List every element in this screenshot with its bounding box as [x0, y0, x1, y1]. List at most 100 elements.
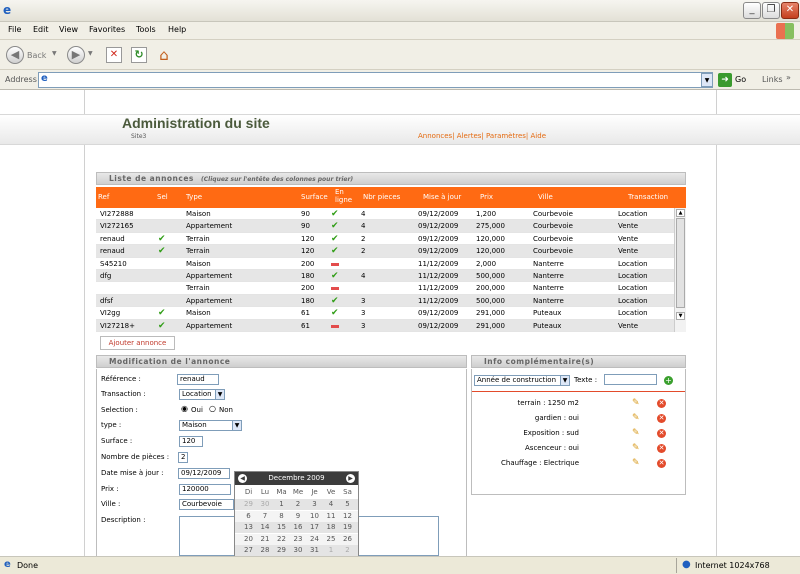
menu-edit[interactable]: Edit — [33, 25, 49, 34]
home-icon[interactable]: ⌂ — [155, 46, 173, 64]
calendar-day[interactable]: 2 — [291, 500, 306, 508]
reference-field[interactable]: renaud — [177, 374, 219, 385]
menu-file[interactable]: File — [8, 25, 21, 34]
edit-pencil-icon[interactable]: ✎ — [632, 443, 642, 453]
radio-yes-icon[interactable]: ◉ — [181, 404, 188, 413]
nav-parametres[interactable]: Paramètres — [486, 132, 526, 140]
calendar-day[interactable]: 14 — [258, 523, 273, 531]
calendar-day[interactable]: 17 — [307, 523, 322, 531]
date-field[interactable]: 09/12/2009 — [178, 468, 230, 479]
menu-help[interactable]: Help — [168, 25, 186, 34]
info-text-field[interactable] — [604, 374, 657, 385]
col-transaction[interactable]: Transaction — [628, 193, 668, 201]
calendar-day[interactable]: 18 — [324, 523, 339, 531]
calendar-day[interactable]: 22 — [274, 535, 289, 543]
table-row[interactable]: VI2gg ✔ Maison 61 ✔ 3 09/12/2009 291,000 Puteaux… — [96, 307, 674, 320]
delete-icon[interactable]: ✕ — [657, 399, 666, 408]
edit-pencil-icon[interactable]: ✎ — [632, 413, 642, 423]
nav-aide[interactable]: Aide — [531, 132, 546, 140]
table-row[interactable]: S45210 Maison 200 11/12/2009 2,000 Nanterre Lo… — [96, 258, 674, 270]
calendar-day[interactable]: 13 — [241, 523, 256, 531]
table-row[interactable]: dfsf Appartement 180 ✔ 3 11/12/2009 500,000 Nan… — [96, 294, 674, 308]
calendar-day[interactable]: 16 — [291, 523, 306, 531]
calendar-day[interactable]: 1 — [324, 546, 339, 554]
col-updated[interactable]: Mise à jour — [423, 193, 461, 201]
col-city[interactable]: Ville — [538, 193, 553, 201]
city-field[interactable]: Courbevoie — [179, 499, 234, 510]
calendar-day[interactable]: 23 — [291, 535, 306, 543]
table-row[interactable]: VI272888 Maison 90 ✔ 4 09/12/2009 1,200 Courbev… — [96, 208, 674, 221]
edit-pencil-icon[interactable]: ✎ — [632, 398, 642, 408]
table-row[interactable]: Terrain 200 11/12/2009 200,000 Nanterre Locat… — [96, 282, 674, 295]
delete-icon[interactable]: ✕ — [657, 414, 666, 423]
calendar-day[interactable]: 5 — [340, 500, 355, 508]
address-dropdown-icon[interactable]: ▼ — [701, 73, 713, 87]
col-online[interactable]: En ligne — [335, 188, 352, 204]
calendar-day[interactable]: 26 — [340, 535, 355, 543]
go-button[interactable]: Go — [735, 75, 746, 84]
table-row[interactable]: VI27218+ ✔ Appartement 61 3 09/12/2009 291,000… — [96, 319, 674, 332]
calendar-day[interactable]: 19 — [340, 523, 355, 531]
table-row[interactable]: renaud ✔ Terrain 120 ✔ 2 09/12/2009 120,000 Cour… — [96, 245, 674, 258]
table-row[interactable]: VI272165 Appartement 90 ✔ 4 09/12/2009 275,000… — [96, 220, 674, 233]
surface-field[interactable]: 120 — [179, 436, 203, 447]
calendar-day[interactable]: 20 — [241, 535, 256, 543]
table-row[interactable]: renaud ✔ Terrain 120 ✔ 2 09/12/2009 120,000 Cour… — [96, 233, 674, 246]
scroll-up-icon[interactable]: ▲ — [676, 209, 685, 217]
col-price[interactable]: Prix — [480, 193, 493, 201]
delete-icon[interactable]: ✕ — [657, 444, 666, 453]
minimize-button[interactable]: _ — [743, 2, 761, 19]
stop-icon[interactable]: ✕ — [106, 47, 122, 63]
forward-dropdown-icon[interactable]: ▼ — [88, 50, 93, 57]
calendar-day[interactable]: 21 — [258, 535, 273, 543]
menu-favorites[interactable]: Favorites — [89, 25, 125, 34]
back-dropdown-icon[interactable]: ▼ — [52, 50, 57, 57]
calendar-day[interactable]: 24 — [307, 535, 322, 543]
calendar-day[interactable]: 11 — [324, 512, 339, 520]
back-icon[interactable]: ◀ — [6, 46, 24, 64]
type-select[interactable]: Maison ▼ — [179, 420, 242, 431]
rooms-field[interactable]: 2 — [178, 452, 188, 463]
calendar-day[interactable]: 29 — [241, 500, 256, 508]
radio-no-icon[interactable]: ○ — [209, 404, 216, 413]
edit-pencil-icon[interactable]: ✎ — [632, 458, 642, 468]
calendar-day[interactable]: 3 — [307, 500, 322, 508]
nav-annonces[interactable]: Annonces — [418, 132, 452, 140]
calendar-day[interactable]: 27 — [241, 546, 256, 554]
add-info-icon[interactable]: + — [664, 376, 673, 385]
close-button[interactable]: ✕ — [781, 2, 799, 19]
calendar-day[interactable]: 30 — [291, 546, 306, 554]
scroll-down-icon[interactable]: ▼ — [676, 312, 685, 320]
col-rooms[interactable]: Nbr pieces — [363, 193, 400, 201]
links-label[interactable]: Links — [762, 75, 783, 84]
maximize-button[interactable]: ❐ — [762, 2, 780, 19]
menu-tools[interactable]: Tools — [136, 25, 156, 34]
col-sel[interactable]: Sel — [157, 193, 168, 201]
calendar-day[interactable]: 1 — [274, 500, 289, 508]
next-month-icon[interactable]: ▶ — [346, 474, 355, 483]
calendar-day[interactable]: 8 — [274, 512, 289, 520]
col-type[interactable]: Type — [186, 193, 202, 201]
prev-month-icon[interactable]: ◀ — [238, 474, 247, 483]
address-input[interactable]: e — [38, 72, 713, 88]
calendar-day[interactable]: 9 — [291, 512, 306, 520]
col-surface[interactable]: Surface — [301, 193, 328, 201]
calendar-day[interactable]: 2 — [340, 546, 355, 554]
menu-view[interactable]: View — [59, 25, 78, 34]
calendar-day[interactable]: 31 — [307, 546, 322, 554]
calendar-day[interactable]: 10 — [307, 512, 322, 520]
price-field[interactable]: 120000 — [179, 484, 231, 495]
refresh-icon[interactable]: ↻ — [131, 47, 147, 63]
add-listing-button[interactable]: Ajouter annonce — [100, 336, 175, 350]
links-chevron-icon[interactable]: » — [786, 73, 791, 82]
calendar-day[interactable]: 28 — [258, 546, 273, 554]
calendar-day[interactable]: 15 — [274, 523, 289, 531]
listings-scrollbar[interactable]: ▲ ▼ — [674, 208, 686, 332]
date-picker[interactable]: ◀ Decembre 2009 ▶ Di Lu Ma Me Je Ve Sa 29 30 1 2 3 4… — [234, 471, 359, 556]
go-arrow-icon[interactable]: ➜ — [718, 73, 732, 87]
calendar-day[interactable]: 30 — [258, 500, 273, 508]
calendar-day[interactable]: 7 — [258, 512, 273, 520]
calendar-day[interactable]: 12 — [340, 512, 355, 520]
table-row[interactable]: dfg Appartement 180 ✔ 4 11/12/2009 500,000 Nant… — [96, 270, 674, 283]
nav-alertes[interactable]: Alertes — [457, 132, 482, 140]
